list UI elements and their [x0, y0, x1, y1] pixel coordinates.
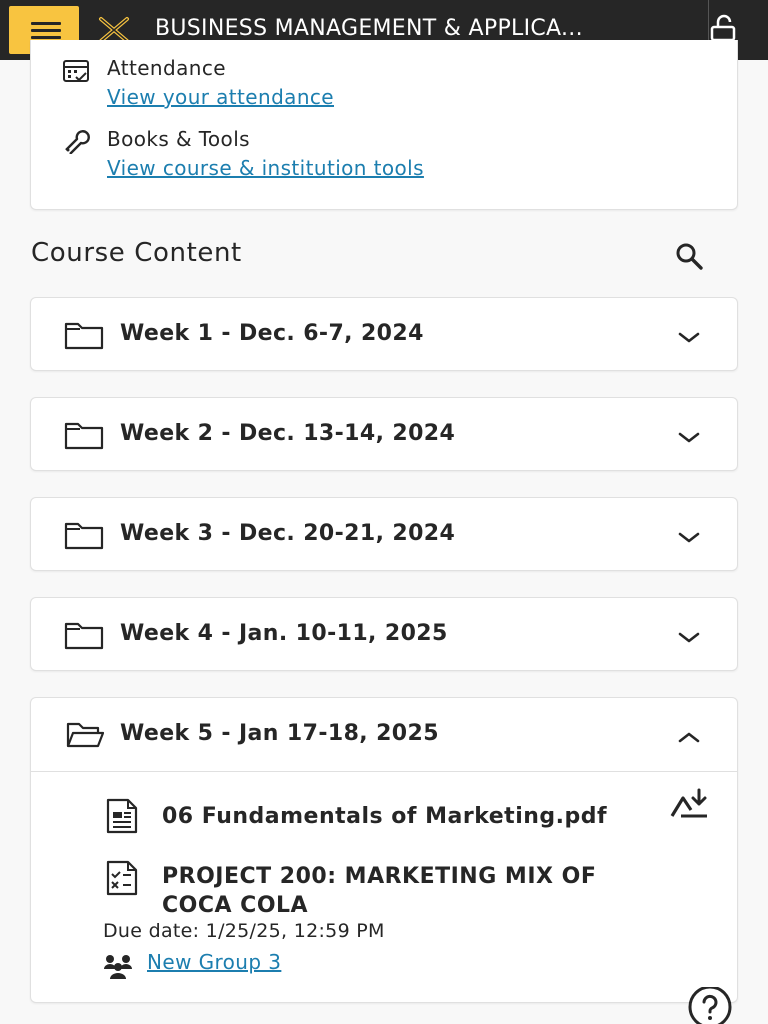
download-icon[interactable]: [669, 788, 711, 822]
week-4-folder[interactable]: Week 4 - Jan. 10-11, 2025: [30, 597, 738, 671]
search-icon[interactable]: [673, 240, 705, 272]
folder-icon: [64, 322, 104, 350]
wrench-icon: [65, 130, 90, 154]
assignment-title-line2[interactable]: COCA COLA: [162, 891, 308, 920]
week-4-title: Week 4 - Jan. 10-11, 2025: [120, 621, 448, 646]
chevron-down-icon[interactable]: [676, 628, 702, 646]
hamburger-icon-bar: [31, 29, 61, 32]
week-5-title: Week 5 - Jan 17-18, 2025: [120, 721, 439, 746]
folder-icon: [64, 522, 104, 550]
chevron-up-icon[interactable]: [676, 728, 702, 746]
view-attendance-link[interactable]: View your attendance: [107, 85, 334, 109]
course-tools-card: Attendance View your attendance Books & …: [30, 40, 738, 210]
week-5-folder: Week 5 - Jan 17-18, 2025 06 Fundamentals…: [30, 697, 738, 1003]
group-link[interactable]: New Group 3: [147, 950, 281, 974]
chevron-down-icon[interactable]: [676, 328, 702, 346]
week-3-title: Week 3 - Dec. 20-21, 2024: [120, 521, 456, 546]
week-1-title: Week 1 - Dec. 6-7, 2024: [120, 321, 424, 346]
group-icon: [104, 955, 132, 979]
chevron-down-icon[interactable]: [676, 528, 702, 546]
folder-icon: [64, 622, 104, 650]
assignment-checklist-icon: [106, 860, 138, 896]
help-question-icon[interactable]: [687, 987, 733, 1024]
attendance-calendar-icon: [63, 60, 89, 82]
course-content-title: Course Content: [31, 238, 242, 268]
hamburger-icon-bar: [31, 36, 61, 39]
view-tools-link[interactable]: View course & institution tools: [107, 156, 424, 180]
week-3-folder[interactable]: Week 3 - Dec. 20-21, 2024: [30, 497, 738, 571]
week-5-header[interactable]: Week 5 - Jan 17-18, 2025: [31, 698, 737, 772]
document-icon: [106, 798, 138, 834]
week-2-title: Week 2 - Dec. 13-14, 2024: [120, 421, 456, 446]
week-2-folder[interactable]: Week 2 - Dec. 13-14, 2024: [30, 397, 738, 471]
attendance-title: Attendance: [107, 56, 226, 80]
document-title[interactable]: 06 Fundamentals of Marketing.pdf: [162, 802, 607, 831]
assignment-title-line1[interactable]: PROJECT 200: MARKETING MIX OF: [162, 862, 596, 891]
hamburger-icon: [31, 22, 61, 25]
folder-icon: [64, 422, 104, 450]
books-tools-title: Books & Tools: [107, 127, 250, 151]
week-1-folder[interactable]: Week 1 - Dec. 6-7, 2024: [30, 297, 738, 371]
assignment-due-date: Due date: 1/25/25, 12:59 PM: [103, 920, 385, 942]
chevron-down-icon[interactable]: [676, 428, 702, 446]
folder-open-icon: [66, 722, 104, 748]
